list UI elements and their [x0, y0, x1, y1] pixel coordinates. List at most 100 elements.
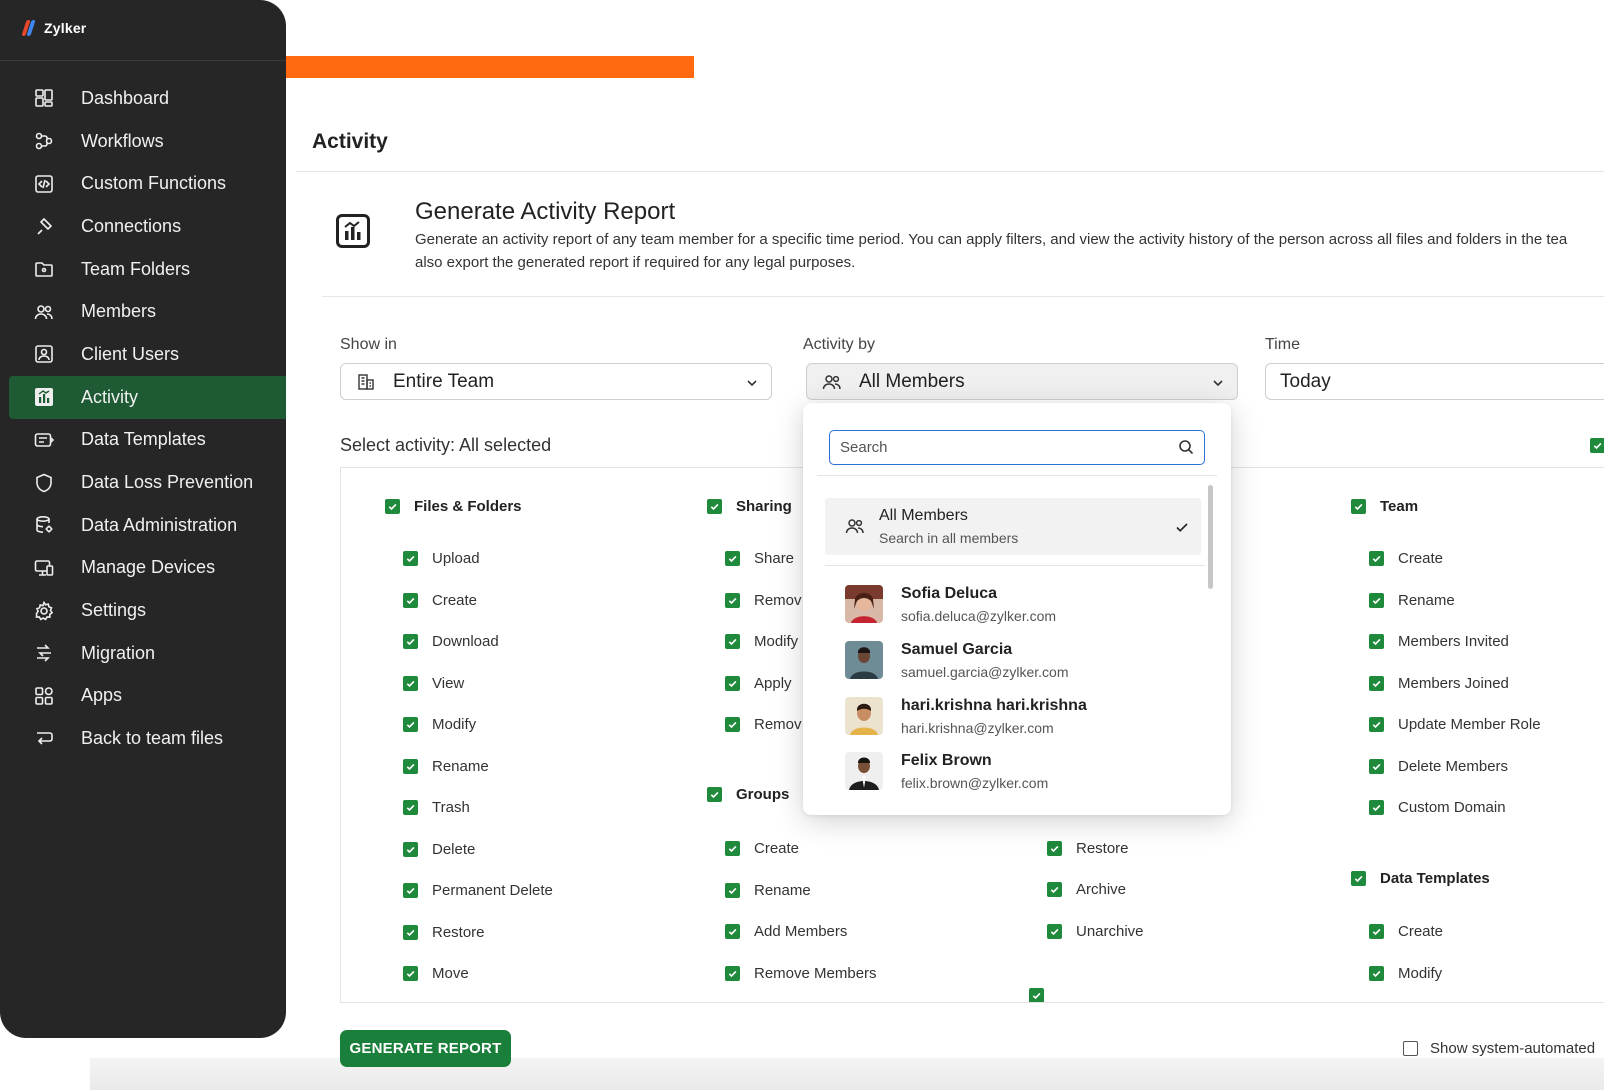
activity-checkbox[interactable] [1369, 634, 1384, 649]
activity-checkbox[interactable] [403, 966, 418, 981]
activity-option[interactable]: Modify [403, 716, 476, 733]
group-checkbox[interactable] [385, 499, 400, 514]
time-select[interactable]: Today [1265, 363, 1604, 400]
activity-checkbox[interactable] [1047, 923, 1062, 939]
activity-option[interactable]: Modify [725, 633, 798, 650]
activity-checkbox[interactable] [1369, 717, 1384, 732]
sidebar-item-custom-functions[interactable]: Custom Functions [9, 162, 286, 205]
group-checkbox[interactable] [707, 787, 722, 802]
sidebar-item-settings[interactable]: Settings [9, 589, 286, 632]
activity-option[interactable]: Upload [403, 550, 480, 567]
activity-checkbox[interactable] [725, 924, 740, 939]
sidebar-item-back-to-team-files[interactable]: Back to team files [9, 717, 286, 760]
sidebar-item-members[interactable]: Members [9, 290, 286, 333]
search-icon[interactable] [1178, 439, 1194, 459]
group-sharing[interactable]: Sharing [707, 498, 792, 515]
dropdown-scrollbar[interactable] [1208, 485, 1213, 589]
sidebar-item-client-users[interactable]: Client Users [9, 333, 286, 376]
group-team[interactable]: Team [1351, 498, 1418, 515]
activity-option[interactable]: View [403, 675, 464, 692]
activity-by-select[interactable]: All Members [806, 363, 1238, 400]
sidebar-item-connections[interactable]: Connections [9, 205, 286, 248]
activity-option[interactable]: Apply [725, 675, 792, 692]
activity-option[interactable]: Restore [403, 924, 485, 941]
activity-option[interactable]: Rename [403, 758, 489, 775]
activity-option[interactable]: Restore [1047, 840, 1129, 857]
sidebar-item-data-templates[interactable]: Data Templates [9, 419, 286, 462]
group-checkbox[interactable] [1351, 499, 1366, 514]
activity-checkbox[interactable] [725, 717, 740, 732]
group-checkbox[interactable] [1351, 871, 1366, 886]
activity-checkbox[interactable] [725, 592, 740, 608]
select-all-checkbox[interactable] [1590, 438, 1604, 453]
brand[interactable]: Zylker [21, 18, 86, 38]
activity-checkbox[interactable] [1047, 882, 1062, 897]
activity-checkbox[interactable] [725, 551, 740, 566]
activity-option[interactable]: Rename [725, 882, 811, 899]
show-system-automated-toggle[interactable]: Show system-automated [1403, 1040, 1595, 1057]
sidebar-item-data-administration[interactable]: Data Administration [9, 504, 286, 547]
activity-checkbox[interactable] [1369, 675, 1384, 691]
activity-checkbox[interactable] [1047, 840, 1062, 856]
activity-option[interactable]: Remov [725, 592, 802, 609]
sidebar-item-team-folders[interactable]: Team Folders [9, 248, 286, 291]
activity-checkbox[interactable] [403, 841, 418, 857]
group-checkbox[interactable] [707, 499, 722, 514]
activity-option[interactable]: Members Joined [1369, 675, 1509, 692]
activity-checkbox[interactable] [403, 592, 418, 608]
system-automated-checkbox[interactable] [1403, 1041, 1418, 1056]
activity-checkbox[interactable] [725, 882, 740, 898]
sidebar-item-dashboard[interactable]: Dashboard [9, 77, 286, 120]
sidebar-item-manage-devices[interactable]: Manage Devices [9, 547, 286, 590]
activity-option[interactable]: Members Invited [1369, 633, 1509, 650]
activity-option[interactable]: Remov [725, 716, 802, 733]
dropdown-option-all-members[interactable]: All Members Search in all members [825, 498, 1201, 555]
activity-option[interactable]: Download [403, 633, 499, 650]
show-in-select[interactable]: Entire Team [340, 363, 772, 400]
activity-checkbox[interactable] [403, 675, 418, 691]
sidebar-item-data-loss-prevention[interactable]: Data Loss Prevention [9, 461, 286, 504]
activity-checkbox[interactable] [725, 634, 740, 649]
activity-checkbox[interactable] [725, 965, 740, 981]
activity-checkbox[interactable] [1369, 965, 1384, 981]
activity-option[interactable]: Unarchive [1047, 923, 1144, 940]
activity-option[interactable]: Create [1369, 923, 1443, 940]
sidebar-item-apps[interactable]: Apps [9, 675, 286, 718]
activity-option[interactable]: Delete Members [1369, 758, 1508, 775]
activity-checkbox[interactable] [1369, 592, 1384, 608]
group-data-templates[interactable]: Data Templates [1351, 870, 1490, 887]
activity-checkbox[interactable] [403, 924, 418, 940]
activity-checkbox[interactable] [1369, 551, 1384, 566]
activity-checkbox[interactable] [403, 758, 418, 774]
sidebar-item-activity[interactable]: Activity [9, 375, 286, 419]
group-groups[interactable]: Groups [707, 786, 789, 803]
activity-checkbox[interactable] [403, 551, 418, 566]
activity-checkbox[interactable] [1369, 800, 1384, 815]
activity-checkbox[interactable] [1369, 758, 1384, 774]
activity-option[interactable]: Remove Members [725, 965, 877, 982]
activity-option[interactable]: Create [1369, 550, 1443, 567]
group-files-folders[interactable]: Files & Folders [385, 498, 522, 515]
activity-option[interactable]: Add Members [725, 923, 847, 940]
activity-option[interactable]: Trash [403, 799, 470, 816]
activity-option[interactable]: Modify [1369, 965, 1442, 982]
activity-checkbox[interactable] [725, 841, 740, 856]
activity-option[interactable]: Rename [1369, 592, 1455, 609]
activity-checkbox[interactable] [403, 800, 418, 815]
activity-option[interactable]: Update Member Role [1369, 716, 1541, 733]
generate-report-button[interactable]: GENERATE REPORT [340, 1030, 511, 1067]
member-search-input[interactable]: Search [829, 430, 1205, 465]
activity-option[interactable]: Permanent Delete [403, 882, 553, 899]
activity-checkbox[interactable] [725, 675, 740, 691]
activity-option[interactable]: Custom Domain [1369, 799, 1506, 816]
activity-checkbox[interactable] [1369, 924, 1384, 939]
sidebar-item-migration[interactable]: Migration [9, 632, 286, 675]
activity-option[interactable]: Move [403, 965, 469, 982]
activity-option[interactable]: Delete [403, 841, 475, 858]
sidebar-item-workflows[interactable]: Workflows [9, 120, 286, 163]
activity-option[interactable]: Archive [1047, 881, 1126, 898]
activity-checkbox[interactable] [403, 634, 418, 649]
activity-option[interactable]: Create [403, 592, 477, 609]
activity-checkbox[interactable] [403, 883, 418, 898]
activity-option[interactable]: Create [725, 840, 799, 857]
